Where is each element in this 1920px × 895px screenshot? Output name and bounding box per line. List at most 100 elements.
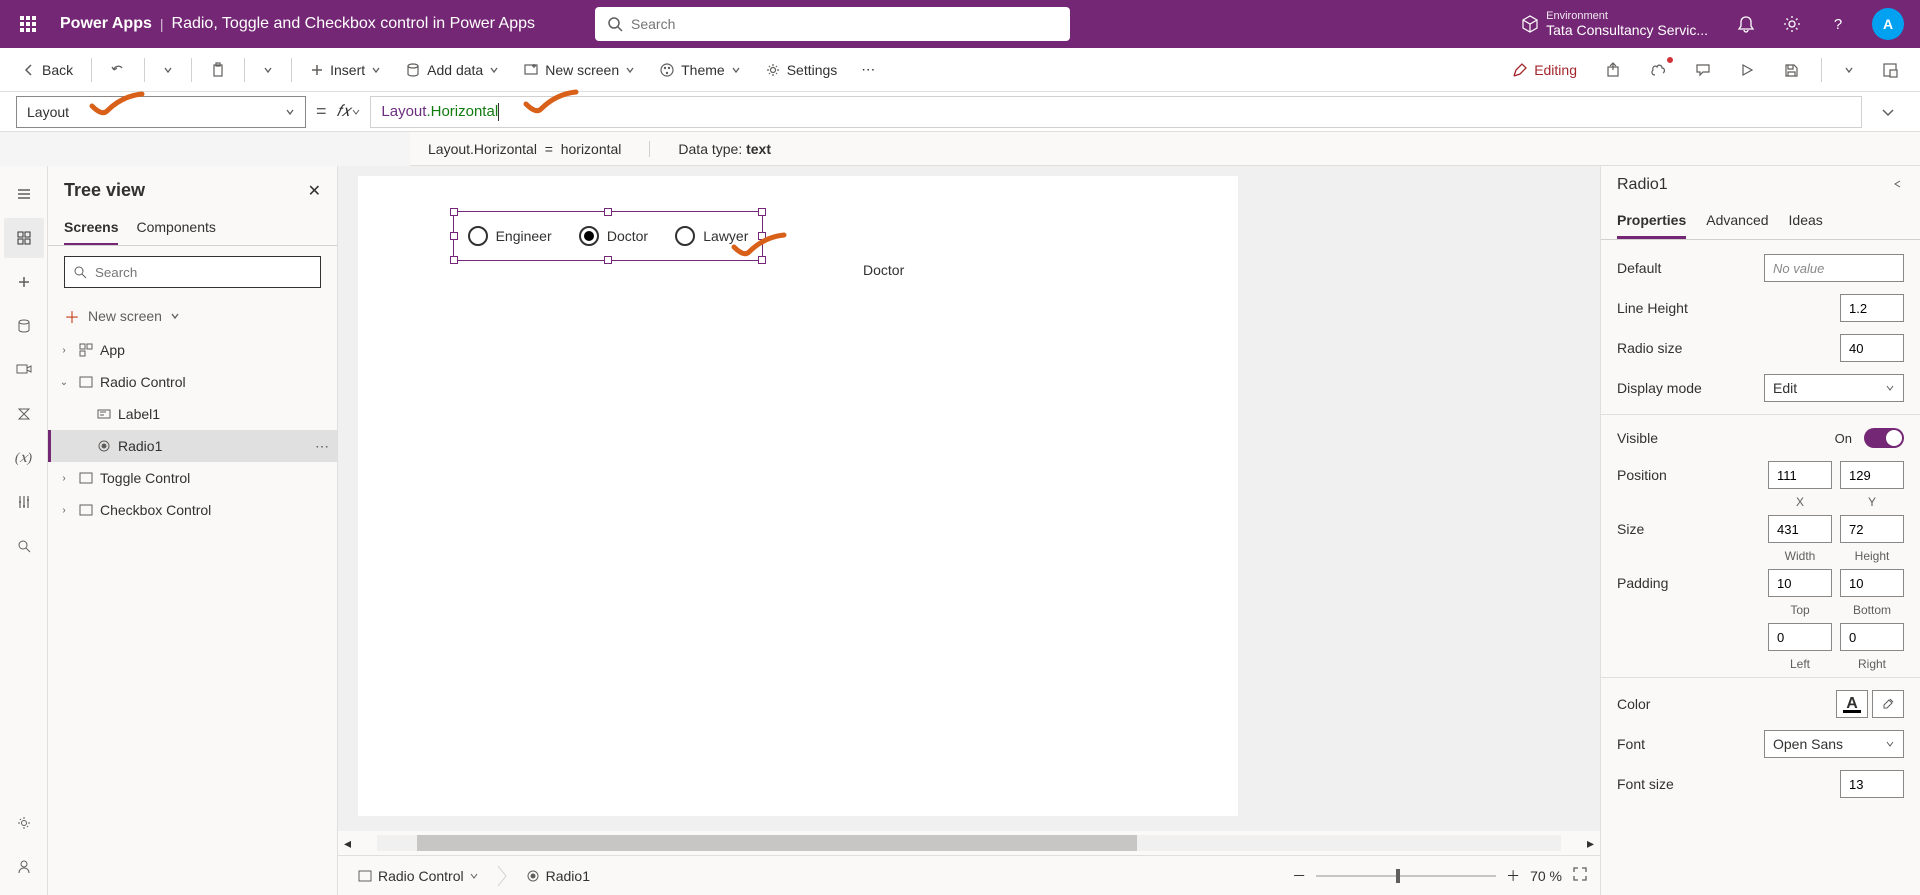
rail-media[interactable] bbox=[4, 350, 44, 390]
app-icon bbox=[78, 342, 94, 358]
rail-variables[interactable]: (𝑥) bbox=[4, 438, 44, 478]
prop-default-input[interactable] bbox=[1764, 254, 1904, 282]
tab-advanced[interactable]: Advanced bbox=[1706, 204, 1768, 239]
share-button[interactable] bbox=[1595, 56, 1631, 84]
breadcrumb-screen[interactable]: Radio Control bbox=[350, 864, 486, 888]
formula-input[interactable]: Layout.Horizontal bbox=[370, 96, 1862, 128]
undo-chevron[interactable] bbox=[153, 59, 183, 81]
rail-ask[interactable] bbox=[4, 847, 44, 887]
new-screen-button[interactable]: New screen bbox=[513, 56, 645, 84]
prop-visible-toggle[interactable] bbox=[1864, 428, 1904, 448]
rail-settings[interactable] bbox=[4, 803, 44, 843]
tree-item-radio1[interactable]: Radio1 ⋯ bbox=[48, 430, 337, 462]
property-selector[interactable]: Layout bbox=[16, 96, 306, 128]
prop-displaymode-select[interactable]: Edit bbox=[1764, 374, 1904, 402]
svg-text:?: ? bbox=[1834, 16, 1842, 33]
prop-padding-left[interactable] bbox=[1768, 623, 1832, 651]
zoom-slider[interactable] bbox=[1316, 875, 1496, 877]
paste-button[interactable] bbox=[200, 56, 236, 84]
app-checker-button[interactable] bbox=[1639, 55, 1677, 85]
app-header: Power Apps | Radio, Toggle and Checkbox … bbox=[0, 0, 1920, 48]
rail-search[interactable] bbox=[4, 526, 44, 566]
back-button[interactable]: Back bbox=[12, 56, 83, 84]
fx-icon[interactable]: 𝑓𝑥 bbox=[337, 103, 361, 121]
radio-option-doctor[interactable]: Doctor bbox=[579, 226, 648, 246]
user-avatar[interactable]: A bbox=[1872, 8, 1904, 40]
prop-size-height[interactable] bbox=[1840, 515, 1904, 543]
tab-screens[interactable]: Screens bbox=[64, 211, 118, 245]
radio-control-selected[interactable]: Engineer Doctor Lawyer bbox=[453, 211, 763, 261]
comments-button[interactable] bbox=[1685, 56, 1721, 84]
rail-insert[interactable] bbox=[4, 262, 44, 302]
save-button[interactable] bbox=[1773, 56, 1809, 84]
plus-icon: ＋ bbox=[64, 304, 80, 328]
tab-ideas[interactable]: Ideas bbox=[1789, 204, 1823, 239]
global-search[interactable] bbox=[595, 7, 1070, 41]
breadcrumb-control[interactable]: Radio1 bbox=[518, 864, 598, 888]
new-screen-button[interactable]: ＋ New screen bbox=[48, 298, 337, 334]
editing-mode-button[interactable]: Editing bbox=[1502, 56, 1587, 84]
screen-icon bbox=[78, 502, 94, 518]
tree-item-label1[interactable]: Label1 bbox=[48, 398, 337, 430]
help-icon[interactable]: ? bbox=[1818, 0, 1858, 48]
zoom-value: 70 % bbox=[1530, 868, 1562, 884]
fit-to-window-button[interactable] bbox=[1572, 866, 1588, 885]
prop-padding-top[interactable] bbox=[1768, 569, 1832, 597]
screen-canvas[interactable]: Engineer Doctor Lawyer Doctor bbox=[358, 176, 1238, 816]
preview-button[interactable] bbox=[1729, 56, 1765, 84]
tree-item-checkbox-control[interactable]: › Checkbox Control bbox=[48, 494, 337, 526]
more-icon[interactable]: ⋯ bbox=[315, 438, 329, 455]
theme-button[interactable]: Theme bbox=[649, 56, 751, 84]
tree-item-toggle-control[interactable]: › Toggle Control bbox=[48, 462, 337, 494]
radio-icon bbox=[96, 438, 112, 454]
rail-data[interactable] bbox=[4, 306, 44, 346]
prop-color-button[interactable]: A bbox=[1836, 690, 1868, 718]
tree-item-app[interactable]: › App bbox=[48, 334, 337, 366]
publish-button[interactable] bbox=[1872, 56, 1908, 84]
prop-fontsize-input[interactable] bbox=[1840, 770, 1904, 798]
rail-hamburger[interactable] bbox=[4, 174, 44, 214]
tab-components[interactable]: Components bbox=[136, 211, 215, 245]
equals-icon: = bbox=[316, 101, 327, 122]
global-search-input[interactable] bbox=[631, 16, 1058, 32]
tree-search-input[interactable] bbox=[95, 265, 312, 280]
rail-tools[interactable] bbox=[4, 482, 44, 522]
settings-button[interactable]: Settings bbox=[755, 56, 848, 84]
prop-font-select[interactable]: Open Sans bbox=[1764, 730, 1904, 758]
overflow-button[interactable]: ⋯ bbox=[851, 55, 885, 84]
undo-button[interactable] bbox=[100, 56, 136, 84]
tree-search[interactable] bbox=[64, 256, 321, 288]
zoom-in-button[interactable]: ＋ bbox=[1506, 866, 1520, 886]
prop-lineheight-input[interactable] bbox=[1840, 294, 1904, 322]
prop-padding-bottom[interactable] bbox=[1840, 569, 1904, 597]
save-chevron[interactable] bbox=[1834, 59, 1864, 81]
prop-position-x[interactable] bbox=[1768, 461, 1832, 489]
canvas-area[interactable]: Engineer Doctor Lawyer Doctor bbox=[338, 166, 1600, 831]
prop-displaymode-label: Display mode bbox=[1617, 380, 1756, 396]
insert-button[interactable]: Insert bbox=[300, 56, 391, 84]
prop-size-width[interactable] bbox=[1768, 515, 1832, 543]
notifications-icon[interactable] bbox=[1726, 0, 1766, 48]
prop-color-eyedropper[interactable] bbox=[1872, 690, 1904, 718]
rail-tree-view[interactable] bbox=[4, 218, 44, 258]
environment-selector[interactable]: Environment Tata Consultancy Servic... bbox=[1520, 10, 1708, 38]
chevron-down-icon bbox=[285, 107, 295, 117]
prop-lineheight-label: Line Height bbox=[1617, 300, 1832, 316]
close-tree-button[interactable]: ✕ bbox=[308, 181, 321, 201]
prop-padding-right[interactable] bbox=[1840, 623, 1904, 651]
tree-item-radio-control[interactable]: ⌄ Radio Control bbox=[48, 366, 337, 398]
radio-option-engineer[interactable]: Engineer bbox=[468, 226, 552, 246]
paste-chevron[interactable] bbox=[253, 59, 283, 81]
prop-radiosize-input[interactable] bbox=[1840, 334, 1904, 362]
zoom-out-button[interactable]: － bbox=[1292, 866, 1306, 886]
expand-panel-button[interactable] bbox=[1892, 177, 1904, 193]
horizontal-scrollbar[interactable]: ◂ ▸ bbox=[338, 831, 1600, 855]
rail-power-automate[interactable] bbox=[4, 394, 44, 434]
tab-properties[interactable]: Properties bbox=[1617, 204, 1686, 239]
waffle-icon[interactable] bbox=[8, 0, 48, 48]
radio-option-lawyer[interactable]: Lawyer bbox=[675, 226, 748, 246]
prop-position-y[interactable] bbox=[1840, 461, 1904, 489]
add-data-button[interactable]: Add data bbox=[395, 56, 509, 84]
settings-gear-icon[interactable] bbox=[1772, 0, 1812, 48]
expand-formula-button[interactable] bbox=[1872, 105, 1904, 119]
